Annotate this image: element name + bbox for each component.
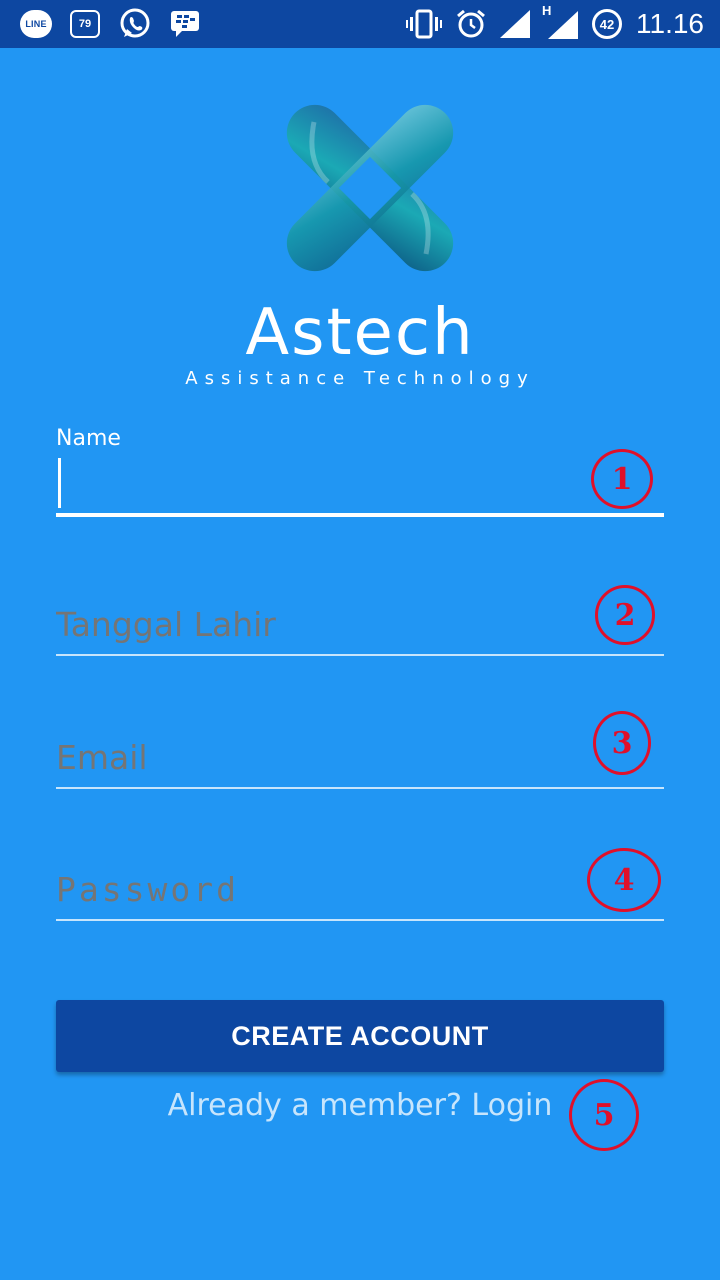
name-input-area[interactable]: [56, 457, 664, 509]
vibrate-icon: [406, 9, 442, 39]
annotation-1: 1: [591, 449, 653, 509]
line-icon: LINE: [20, 10, 52, 38]
app-title: Astech: [245, 296, 475, 370]
password-underline: [56, 919, 664, 921]
annotation-4: 4: [587, 848, 661, 912]
email-input[interactable]: [56, 733, 664, 781]
status-time: 11.16: [636, 8, 704, 39]
app-subtitle: Assistance Technology: [185, 368, 535, 389]
name-field[interactable]: Name: [56, 426, 664, 517]
name-underline: [56, 513, 664, 517]
signal-icon: [500, 10, 530, 38]
bbm-icon: [170, 10, 200, 38]
birthdate-field[interactable]: [56, 600, 664, 656]
annotation-2: 2: [595, 585, 655, 645]
email-field[interactable]: [56, 733, 664, 789]
password-field[interactable]: [56, 865, 664, 921]
alarm-icon: [456, 9, 486, 39]
battery-icon: 42: [592, 9, 622, 39]
birthdate-input[interactable]: [56, 600, 664, 648]
annotation-3: 3: [593, 711, 651, 775]
whatsapp-icon: [118, 7, 152, 41]
password-input[interactable]: [56, 865, 664, 913]
calendar-badge-icon: 79: [70, 10, 100, 38]
app-logo: [284, 102, 456, 274]
name-label: Name: [56, 426, 121, 451]
create-account-button[interactable]: CREATE ACCOUNT: [56, 1000, 664, 1072]
signal-h-icon: H: [542, 3, 578, 39]
status-bar: LINE 79 H 42 11.16: [0, 0, 720, 48]
birthdate-underline: [56, 654, 664, 656]
email-underline: [56, 787, 664, 789]
network-type-label: H: [542, 3, 552, 18]
status-bar-system: H 42 11.16: [392, 3, 704, 40]
text-cursor: [58, 458, 61, 508]
annotation-5: 5: [569, 1079, 639, 1151]
status-bar-notifications: LINE 79: [20, 7, 218, 41]
